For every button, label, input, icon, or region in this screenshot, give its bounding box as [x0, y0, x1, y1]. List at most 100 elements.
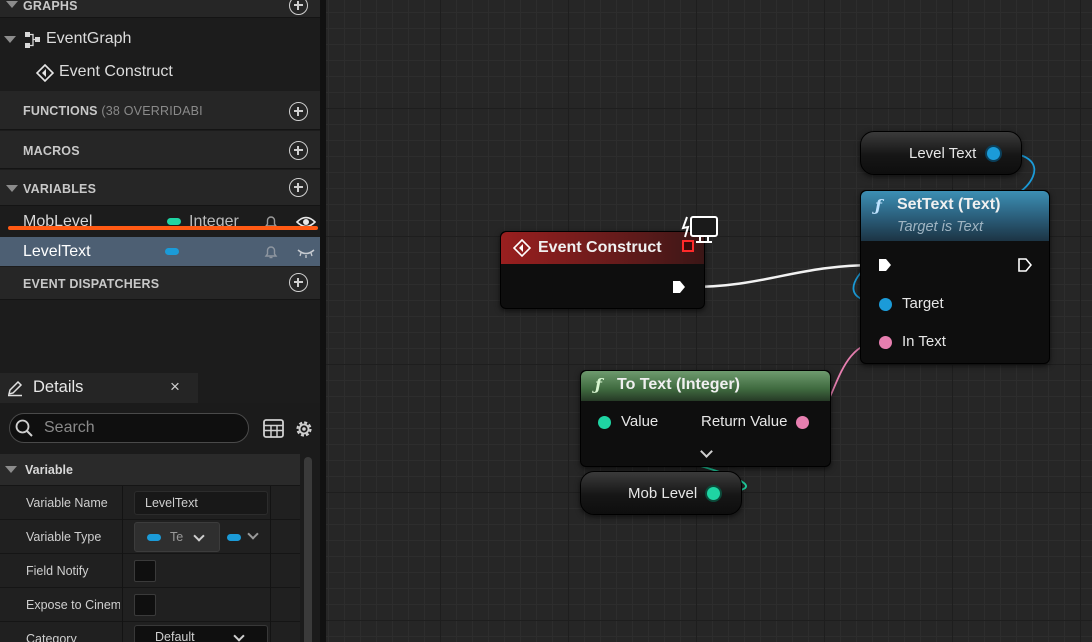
to-text-integer-node[interactable]: ƒ To Text (Integer) Value Return Value — [580, 370, 831, 467]
value-pin-label: Value — [621, 413, 659, 430]
event-dispatchers-header-label: EVENT DISPATCHERS — [23, 277, 160, 291]
set-text-subtitle: Target is Text — [897, 219, 983, 235]
add-function-icon[interactable] — [289, 102, 308, 121]
to-text-title: To Text (Integer) — [617, 376, 740, 393]
search-icon — [15, 419, 33, 437]
add-graph-icon[interactable] — [289, 0, 308, 15]
client-only-monitor-icon — [681, 216, 718, 243]
prop-label: Variable Name — [26, 496, 108, 510]
variables-section-header[interactable]: VARIABLES — [0, 170, 320, 206]
pencil-icon — [7, 380, 23, 397]
tree-item-eventgraph[interactable]: EventGraph — [0, 23, 320, 55]
details-scrollbar[interactable] — [304, 457, 312, 642]
mob-level-output-pin[interactable] — [707, 487, 720, 500]
value-input-pin[interactable] — [598, 416, 611, 429]
details-tab-label: Details — [33, 378, 84, 396]
prop-label: Expose to Cinematics — [26, 598, 120, 612]
prop-row-field-notify: Field Notify — [0, 554, 300, 588]
variable-type-dropdown[interactable]: Te — [134, 522, 220, 552]
variables-header-label: VARIABLES — [23, 182, 97, 196]
prop-row-expose-to-cinematics: Expose to Cinematics — [0, 588, 300, 622]
set-text-title: SetText (Text) — [897, 196, 1001, 213]
collapse-triangle-icon[interactable] — [6, 1, 18, 8]
event-construct-label: Event Construct — [59, 63, 173, 80]
event-graph-canvas[interactable]: Event Construct Level Text ƒ SetText (Te… — [326, 0, 1092, 642]
table-view-icon[interactable] — [263, 419, 284, 438]
graphs-section-header[interactable]: GRAPHS — [0, 0, 320, 18]
add-macro-icon[interactable] — [289, 141, 308, 160]
chevron-down-icon — [233, 630, 245, 642]
mob-level-getter-node[interactable]: Mob Level — [580, 471, 742, 515]
functions-header-label: FUNCTIONS (38 OVERRIDABI — [23, 104, 203, 118]
prop-row-category: Category Default — [0, 622, 300, 642]
chevron-down-icon — [247, 528, 259, 540]
variable-type-value: Te — [170, 530, 184, 544]
object-type-pill-icon — [147, 534, 161, 541]
variable-name-value: LevelText — [145, 496, 198, 510]
expose-to-cinematics-checkbox[interactable] — [134, 594, 156, 616]
target-input-pin[interactable] — [879, 298, 892, 311]
integer-type-pill-icon — [167, 218, 181, 225]
return-value-output-pin[interactable] — [796, 416, 809, 429]
search-input[interactable]: Search — [9, 413, 249, 443]
highlight-underline — [8, 226, 318, 230]
function-f-icon: ƒ — [875, 196, 882, 215]
container-type-dropdown[interactable] — [222, 524, 266, 550]
mob-level-label: Mob Level — [628, 485, 698, 502]
event-dispatchers-section-header[interactable]: EVENT DISPATCHERS — [0, 267, 320, 300]
set-text-node[interactable]: ƒ SetText (Text) Target is Text Target I… — [860, 190, 1050, 364]
in-text-input-pin[interactable] — [879, 336, 892, 349]
level-text-output-pin[interactable] — [987, 147, 1000, 160]
return-value-pin-label: Return Value — [701, 413, 788, 430]
add-event-dispatcher-icon[interactable] — [289, 273, 308, 292]
settings-gear-icon[interactable] — [292, 417, 316, 441]
add-variable-icon[interactable] — [289, 178, 308, 197]
macros-section-header[interactable]: MACROS — [0, 131, 320, 169]
prop-label: Category — [26, 632, 77, 642]
level-text-getter-node[interactable]: Level Text — [860, 131, 1022, 175]
variable-name: LevelText — [23, 243, 91, 260]
eventgraph-label: EventGraph — [46, 30, 132, 47]
object-type-pill-icon — [165, 248, 179, 255]
search-placeholder: Search — [44, 419, 95, 436]
prop-row-variable-name: Variable Name LevelText — [0, 486, 300, 520]
expand-chevron-icon[interactable] — [700, 445, 713, 458]
exec-out-pin[interactable] — [1018, 258, 1032, 272]
category-value: Default — [155, 630, 195, 642]
event-diamond-icon — [36, 64, 54, 82]
prop-label: Field Notify — [26, 564, 89, 578]
collapse-triangle-icon[interactable] — [6, 185, 18, 192]
expand-triangle-icon[interactable] — [4, 36, 16, 43]
graphs-header-label: GRAPHS — [23, 0, 78, 13]
field-notify-checkbox[interactable] — [134, 560, 156, 582]
chevron-down-icon — [193, 530, 205, 542]
details-panel: Search Variable Variable Name LevelText … — [0, 403, 320, 642]
functions-section-header[interactable]: FUNCTIONS (38 OVERRIDABI — [0, 91, 320, 130]
single-container-pill-icon — [227, 534, 241, 541]
details-tab[interactable]: Details × — [0, 373, 198, 403]
exec-out-pin[interactable] — [672, 280, 686, 294]
prop-row-variable-type: Variable Type Te — [0, 520, 300, 554]
event-construct-title: Event Construct — [538, 239, 662, 256]
variable-row-moblevel[interactable]: MobLevel Integer — [0, 207, 320, 236]
tree-item-event-construct[interactable]: Event Construct — [0, 56, 320, 88]
collapse-triangle-icon[interactable] — [5, 466, 17, 473]
variable-category-header[interactable]: Variable — [0, 454, 300, 486]
bell-icon[interactable] — [263, 244, 279, 260]
graph-icon — [25, 32, 40, 48]
target-pin-label: Target — [902, 295, 944, 312]
event-diamond-icon — [513, 239, 531, 257]
variable-row-leveltext-selected[interactable]: LevelText — [0, 237, 320, 266]
level-text-label: Level Text — [909, 145, 977, 162]
close-icon[interactable]: × — [170, 377, 180, 397]
exec-in-pin[interactable] — [878, 258, 892, 272]
prop-label: Variable Type — [26, 530, 102, 544]
variable-category-label: Variable — [25, 463, 73, 477]
event-construct-node[interactable]: Event Construct — [500, 231, 705, 309]
variable-name-field[interactable]: LevelText — [134, 491, 268, 515]
macros-header-label: MACROS — [23, 144, 80, 158]
eye-closed-icon[interactable] — [296, 244, 316, 260]
exec-wire — [689, 263, 877, 289]
function-f-icon: ƒ — [595, 375, 602, 394]
category-dropdown[interactable]: Default — [134, 625, 268, 642]
